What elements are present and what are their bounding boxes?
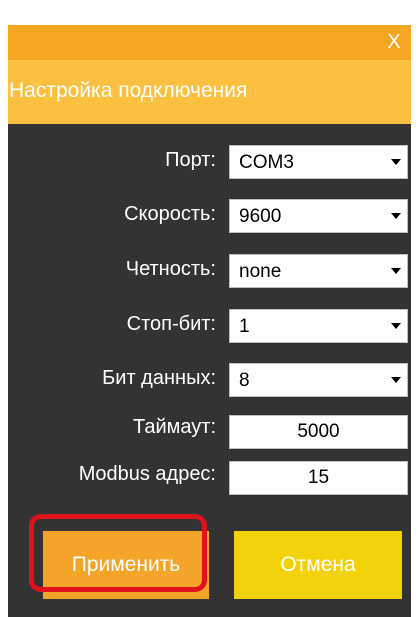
port-label: Порт: xyxy=(165,149,216,171)
close-button[interactable]: X xyxy=(379,26,409,58)
cancel-button[interactable]: Отмена xyxy=(234,531,402,599)
databits-value: 8 xyxy=(239,370,250,391)
port-value: COM3 xyxy=(239,152,294,173)
port-select[interactable]: COM3 xyxy=(229,145,408,179)
connection-settings-dialog: X Настройка подключения Порт: COM3 Скоро… xyxy=(8,25,411,617)
dialog-header: Настройка подключения xyxy=(8,60,411,124)
chevron-down-icon xyxy=(391,268,401,274)
parity-select[interactable]: none xyxy=(229,254,408,288)
parity-value: none xyxy=(239,261,282,282)
modbus-address-label: Modbus адрес: xyxy=(78,463,216,485)
speed-select[interactable]: 9600 xyxy=(229,199,408,233)
speed-label: Скорость: xyxy=(124,203,216,225)
timeout-label: Таймаут: xyxy=(133,416,216,438)
timeout-input[interactable]: 5000 xyxy=(229,415,408,449)
stopbits-select[interactable]: 1 xyxy=(229,309,408,343)
modbus-address-input[interactable]: 15 xyxy=(229,461,408,495)
stopbits-value: 1 xyxy=(239,316,250,337)
chevron-down-icon xyxy=(391,213,401,219)
databits-select[interactable]: 8 xyxy=(229,363,408,397)
parity-label: Четность: xyxy=(125,258,216,280)
title-bar: X xyxy=(8,25,411,60)
stopbits-label: Стоп-бит: xyxy=(126,313,216,335)
apply-button[interactable]: Применить xyxy=(43,531,209,599)
chevron-down-icon xyxy=(391,323,401,329)
chevron-down-icon xyxy=(391,377,401,383)
databits-label: Бит данных: xyxy=(102,367,216,389)
speed-value: 9600 xyxy=(239,206,282,227)
dialog-title: Настройка подключения xyxy=(9,79,248,102)
chevron-down-icon xyxy=(391,159,401,165)
